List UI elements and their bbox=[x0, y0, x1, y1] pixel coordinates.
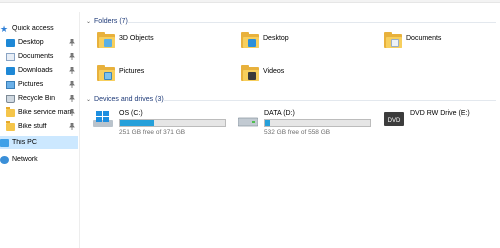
documents-folder-icon bbox=[384, 32, 402, 48]
toolbar-edge bbox=[0, 0, 500, 3]
videos-folder-icon bbox=[241, 65, 259, 81]
dvd-drive-icon: DVD bbox=[384, 110, 404, 128]
sidebar-item-desktop[interactable]: Desktop bbox=[0, 36, 78, 49]
drive-tile-e[interactable]: DVD DVD RW Drive (E:) bbox=[384, 110, 470, 128]
pin-icon bbox=[69, 81, 75, 88]
sidebar-item-bike-stuff[interactable]: Bike stuff bbox=[0, 120, 78, 133]
3d-objects-folder-icon bbox=[97, 32, 115, 48]
dvd-logo-text: DVD bbox=[388, 118, 401, 124]
chevron-down-icon: ⌄ bbox=[86, 19, 92, 25]
folder-icon bbox=[6, 106, 15, 117]
pin-icon bbox=[69, 123, 75, 130]
group-divider bbox=[164, 100, 496, 101]
star-icon: ★ bbox=[0, 23, 9, 34]
sidebar-item-bike-service-man[interactable]: Bike service man bbox=[0, 106, 78, 119]
folder-tile-3d-objects[interactable]: 3D Objects bbox=[97, 32, 154, 48]
hard-drive-icon bbox=[237, 110, 259, 128]
sidebar-item-downloads[interactable]: Downloads bbox=[0, 64, 78, 77]
folders-group-title: Folders (7) bbox=[94, 18, 128, 25]
folder-name: Documents bbox=[406, 35, 442, 42]
folder-name: Desktop bbox=[263, 35, 289, 42]
this-pc-icon bbox=[0, 138, 9, 147]
sidebar-item-label: Network bbox=[12, 156, 38, 163]
folder-tile-documents[interactable]: Documents bbox=[384, 32, 441, 48]
drive-usage-fill bbox=[120, 120, 154, 126]
folders-group-header[interactable]: ⌄ Folders (7) bbox=[86, 16, 128, 27]
downloads-icon bbox=[6, 66, 15, 75]
pin-icon bbox=[69, 39, 75, 46]
folder-icon bbox=[6, 120, 15, 131]
chevron-down-icon: ⌄ bbox=[86, 97, 92, 103]
desktop-folder-icon bbox=[241, 32, 259, 48]
desktop-icon bbox=[6, 38, 15, 47]
recycle-bin-icon bbox=[6, 94, 15, 103]
sidebar-item-label: Quick access bbox=[12, 25, 54, 32]
folder-name: Videos bbox=[263, 68, 285, 75]
sidebar-item-network[interactable]: Network bbox=[0, 153, 78, 166]
drive-usage-fill bbox=[265, 120, 271, 126]
sidebar-item-quick-access[interactable]: ★ Quick access bbox=[0, 22, 78, 35]
sidebar-item-documents[interactable]: Documents bbox=[0, 50, 78, 63]
sidebar-item-recycle-bin[interactable]: Recycle Bin bbox=[0, 92, 78, 105]
pin-icon bbox=[69, 53, 75, 60]
network-icon bbox=[0, 155, 9, 164]
sidebar-item-label: This PC bbox=[12, 139, 37, 146]
windows-drive-icon bbox=[93, 110, 113, 128]
drives-group-title: Devices and drives (3) bbox=[94, 96, 164, 103]
documents-icon bbox=[6, 52, 15, 61]
folder-name: Pictures bbox=[119, 68, 145, 75]
group-divider bbox=[128, 22, 496, 23]
drives-group-header[interactable]: ⌄ Devices and drives (3) bbox=[86, 94, 164, 105]
drive-free-space: 251 GB free of 371 GB bbox=[119, 129, 186, 136]
pin-icon bbox=[69, 67, 75, 74]
sidebar-item-pictures[interactable]: Pictures bbox=[0, 78, 78, 91]
folder-name: 3D Objects bbox=[119, 35, 154, 42]
folder-tile-pictures[interactable]: Pictures bbox=[97, 65, 144, 81]
folder-tile-desktop[interactable]: Desktop bbox=[241, 32, 289, 48]
drive-usage-bar bbox=[119, 119, 226, 127]
drive-free-space: 532 GB free of 558 GB bbox=[264, 129, 331, 136]
sidebar-item-this-pc[interactable]: This PC bbox=[0, 136, 78, 149]
pictures-icon bbox=[6, 80, 15, 89]
drive-tile-c[interactable]: OS (C:) 251 GB free of 371 GB bbox=[93, 110, 226, 136]
drive-usage-bar bbox=[264, 119, 371, 127]
folder-tile-videos[interactable]: Videos bbox=[241, 65, 284, 81]
drive-name: DATA (D:) bbox=[264, 110, 295, 117]
drive-tile-d[interactable]: DATA (D:) 532 GB free of 558 GB bbox=[237, 110, 371, 136]
pin-icon bbox=[69, 95, 75, 102]
pictures-folder-icon bbox=[97, 65, 115, 81]
drive-name: OS (C:) bbox=[119, 110, 143, 117]
pin-icon bbox=[69, 109, 75, 116]
navigation-pane: ★ Quick access Desktop Documents Downloa… bbox=[0, 12, 80, 248]
drive-name: DVD RW Drive (E:) bbox=[410, 110, 470, 117]
